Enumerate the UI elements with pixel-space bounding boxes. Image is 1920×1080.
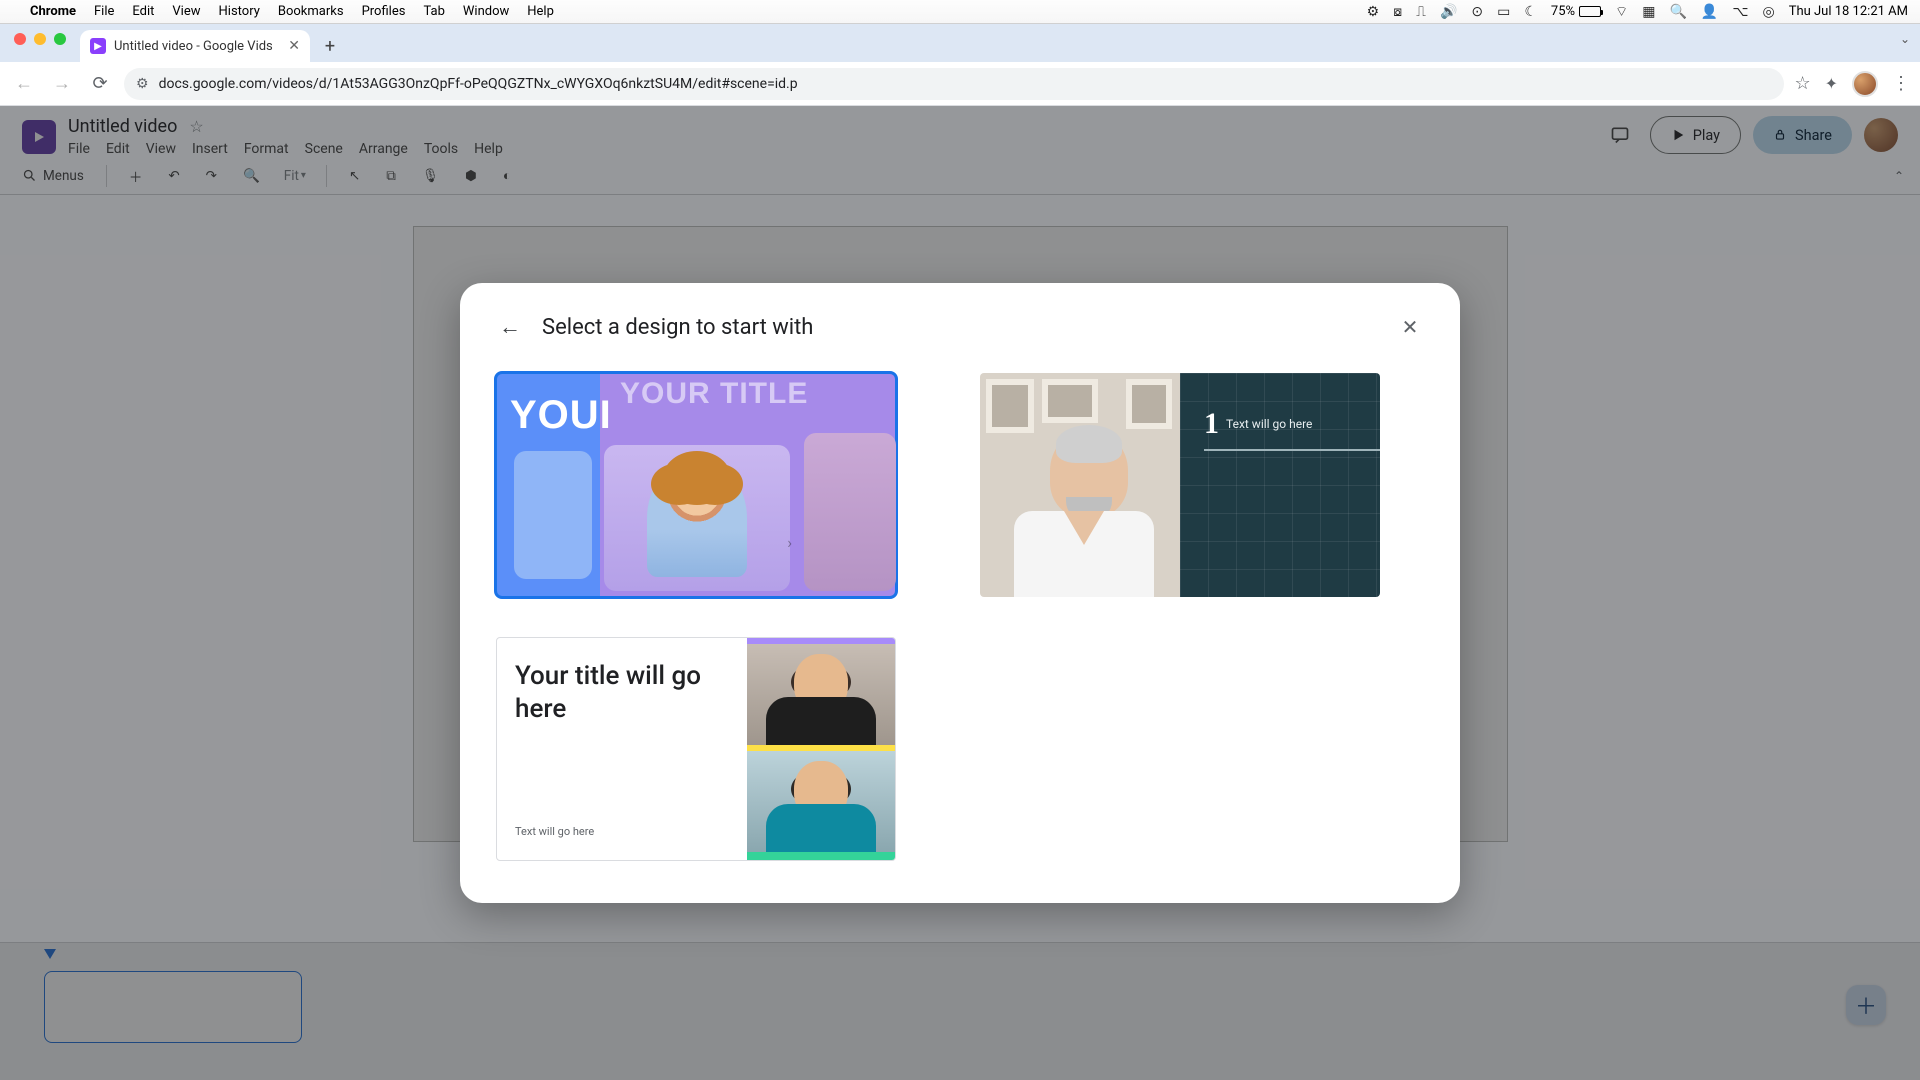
vids-favicon-icon: ▶ bbox=[90, 38, 106, 54]
card3-subtitle: Text will go here bbox=[515, 825, 729, 838]
omnibox[interactable]: ⚙ docs.google.com/videos/d/1At53AGG3OnzQ… bbox=[124, 68, 1784, 100]
design-card-2[interactable]: 1 Text will go here bbox=[980, 373, 1380, 597]
bookmark-star-icon[interactable]: ☆ bbox=[1794, 73, 1810, 94]
user-switch-icon[interactable]: 👤 bbox=[1701, 4, 1718, 20]
modal-title: Select a design to start with bbox=[542, 315, 813, 340]
card1-title: YOUI bbox=[510, 393, 612, 438]
chrome-toolbar: ← → ⟳ ⚙ docs.google.com/videos/d/1At53AG… bbox=[0, 62, 1920, 106]
reload-button[interactable]: ⟳ bbox=[86, 70, 114, 98]
menu-profiles[interactable]: Profiles bbox=[362, 4, 406, 19]
card1-ghost-title: YOUR TITLE bbox=[620, 377, 808, 411]
window-zoom-button[interactable] bbox=[54, 33, 66, 45]
tab-overflow-chevron-icon[interactable]: ⌄ bbox=[1900, 32, 1910, 46]
play-menu-icon[interactable]: ⊙ bbox=[1471, 4, 1483, 20]
wifi-icon[interactable]: ⌔ bbox=[1615, 3, 1628, 21]
url-text: docs.google.com/videos/d/1At53AGG3OnzQpF… bbox=[159, 76, 798, 92]
card2-number: 1 bbox=[1204, 407, 1219, 441]
menu-bookmarks[interactable]: Bookmarks bbox=[278, 4, 344, 19]
tab-title: Untitled video - Google Vids bbox=[114, 39, 273, 54]
screen-record-icon[interactable]: ⧇ bbox=[1393, 4, 1402, 20]
new-tab-button[interactable]: + bbox=[316, 32, 344, 60]
volume-icon[interactable]: 🔊 bbox=[1440, 4, 1457, 20]
design-card-1[interactable]: YOUR TITLE YOUI › bbox=[496, 373, 896, 597]
google-vids-app: Untitled video ☆ File Edit View Insert F… bbox=[0, 106, 1920, 1080]
nav-back-button[interactable]: ← bbox=[10, 70, 38, 98]
chrome-menu-kebab-icon[interactable]: ⋮ bbox=[1892, 73, 1910, 94]
window-minimize-button[interactable] bbox=[34, 33, 46, 45]
macos-menubar: Chrome File Edit View History Bookmarks … bbox=[0, 0, 1920, 24]
menu-file[interactable]: File bbox=[94, 4, 114, 19]
modal-overlay: ← Select a design to start with ✕ YOUR T… bbox=[0, 106, 1920, 1080]
spotlight-icon[interactable]: 🔍 bbox=[1669, 4, 1686, 20]
menubar-clock[interactable]: Thu Jul 18 12:21 AM bbox=[1789, 4, 1908, 19]
nav-forward-button[interactable]: → bbox=[48, 70, 76, 98]
modal-back-button[interactable]: ← bbox=[496, 313, 524, 341]
card3-title: Your title will go here bbox=[515, 660, 729, 725]
menu-window[interactable]: Window bbox=[463, 4, 509, 19]
do-not-disturb-icon[interactable]: ☾ bbox=[1524, 4, 1537, 20]
modal-close-button[interactable]: ✕ bbox=[1396, 313, 1424, 341]
mic-icon[interactable]: ⎍ bbox=[1416, 4, 1426, 20]
extensions-puzzle-icon[interactable]: ✦ bbox=[1825, 74, 1838, 93]
display-icon[interactable]: ▭ bbox=[1497, 4, 1510, 20]
battery-percent: 75% bbox=[1551, 4, 1575, 19]
chrome-profile-avatar[interactable] bbox=[1852, 71, 1878, 97]
menu-help[interactable]: Help bbox=[527, 4, 554, 19]
menu-edit[interactable]: Edit bbox=[132, 4, 154, 19]
card2-caption: Text will go here bbox=[1226, 417, 1312, 431]
battery-status[interactable]: 75% bbox=[1551, 4, 1601, 19]
menu-tab[interactable]: Tab bbox=[423, 4, 444, 19]
settings-gear-icon[interactable]: ⚙ bbox=[1367, 4, 1380, 20]
design-picker-modal: ← Select a design to start with ✕ YOUR T… bbox=[460, 283, 1460, 903]
calendar-icon[interactable]: ▦ bbox=[1642, 4, 1655, 20]
chevron-right-icon: › bbox=[787, 533, 792, 552]
control-center-icon[interactable]: ⌥ bbox=[1732, 4, 1748, 20]
chrome-tab-strip: ▶ Untitled video - Google Vids ✕ + ⌄ bbox=[0, 24, 1920, 62]
site-settings-icon[interactable]: ⚙ bbox=[136, 76, 149, 92]
menu-history[interactable]: History bbox=[219, 4, 260, 19]
frontmost-app-name[interactable]: Chrome bbox=[30, 4, 76, 19]
design-card-3[interactable]: Your title will go here Text will go her… bbox=[496, 637, 896, 861]
siri-icon[interactable]: ◎ bbox=[1762, 4, 1774, 20]
tab-close-icon[interactable]: ✕ bbox=[288, 38, 300, 54]
window-close-button[interactable] bbox=[14, 33, 26, 45]
browser-tab[interactable]: ▶ Untitled video - Google Vids ✕ bbox=[80, 30, 310, 62]
menu-view[interactable]: View bbox=[172, 4, 200, 19]
